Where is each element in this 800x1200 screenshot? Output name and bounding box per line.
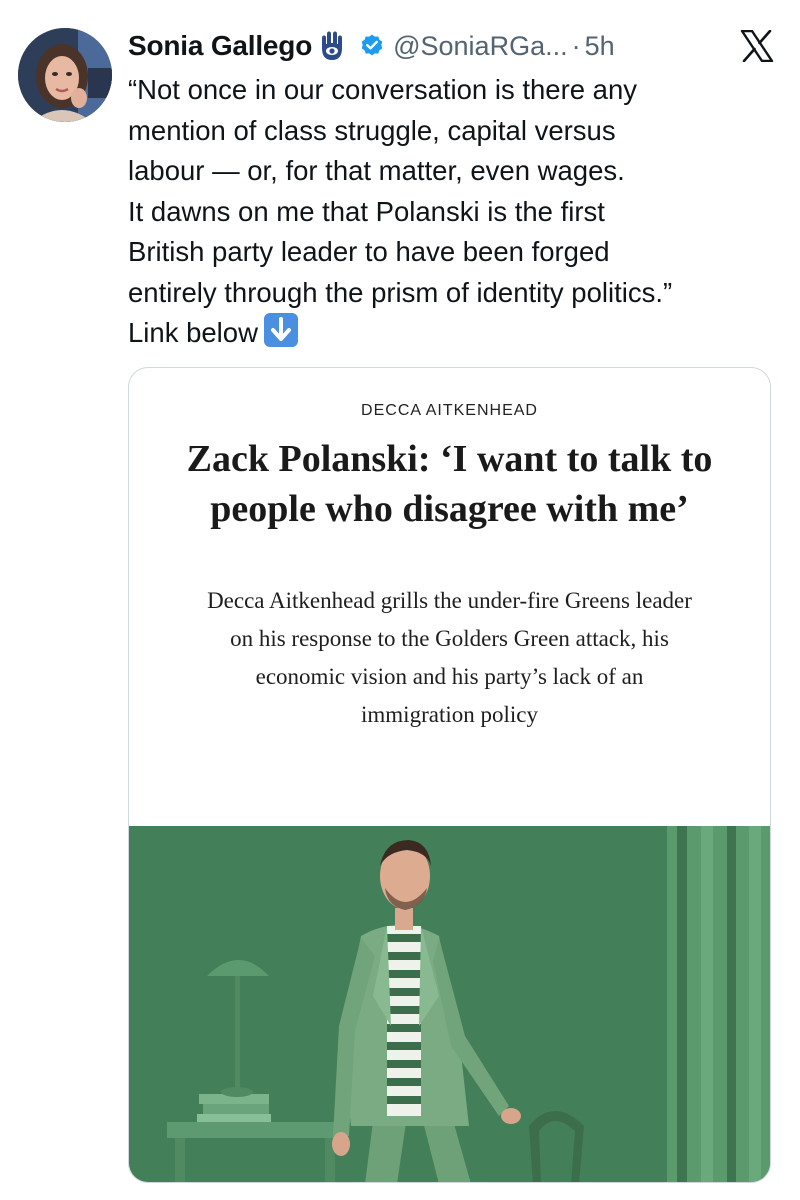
article-standfirst: Decca Aitkenhead grills the under-fire G… (139, 582, 760, 734)
standfirst-line: immigration policy (361, 702, 538, 727)
headline-line: Zack Polanski: ‘I want to talk to (186, 438, 713, 480)
standfirst-line: on his response to the Golders Green att… (230, 626, 669, 651)
link-below-text: Link below (128, 317, 258, 348)
avatar-image (18, 28, 112, 122)
verified-badge-icon (359, 33, 385, 59)
tweet-text-line-last: Link below (128, 313, 788, 354)
timestamp[interactable]: 5h (585, 31, 615, 62)
avatar[interactable] (18, 28, 112, 122)
x-logo-icon[interactable] (740, 29, 774, 63)
article-headline[interactable]: Zack Polanski: ‘I want to talk to people… (149, 434, 750, 534)
author-handle[interactable]: @SoniaRGa... (393, 31, 568, 62)
tweet-text: “Not once in our conversation is there a… (128, 70, 788, 354)
headline-line: people who disagree with me’ (210, 488, 689, 530)
hamsa-emoji-icon (317, 30, 347, 62)
tweet-header: Sonia Gallego @SoniaRGa... · 5h (128, 26, 780, 66)
tweet-text-line: labour — or, for that matter, even wages… (128, 155, 625, 186)
header-separator: · (571, 30, 581, 61)
down-arrow-emoji-icon (263, 313, 298, 347)
standfirst-line: Decca Aitkenhead grills the under-fire G… (207, 588, 692, 613)
link-card[interactable]: DECCA AITKENHEAD Zack Polanski: ‘I want … (128, 367, 771, 1183)
standfirst-line: economic vision and his party’s lack of … (255, 664, 644, 689)
article-byline: DECCA AITKENHEAD (361, 402, 538, 419)
author-name[interactable]: Sonia Gallego (128, 30, 312, 62)
tweet-text-line: entirely through the prism of identity p… (128, 276, 673, 308)
tweet-text-line: “Not once in our conversation is there a… (128, 74, 638, 105)
tweet-text-line: mention of class struggle, capital versu… (128, 114, 616, 146)
article-photo[interactable] (129, 826, 771, 1183)
tweet-text-line: It dawns on me that Polanski is the firs… (128, 195, 605, 227)
tweet: Sonia Gallego @SoniaRGa... · 5h “Not onc… (0, 0, 800, 1200)
tweet-text-line: British party leader to have been forged (128, 236, 610, 267)
